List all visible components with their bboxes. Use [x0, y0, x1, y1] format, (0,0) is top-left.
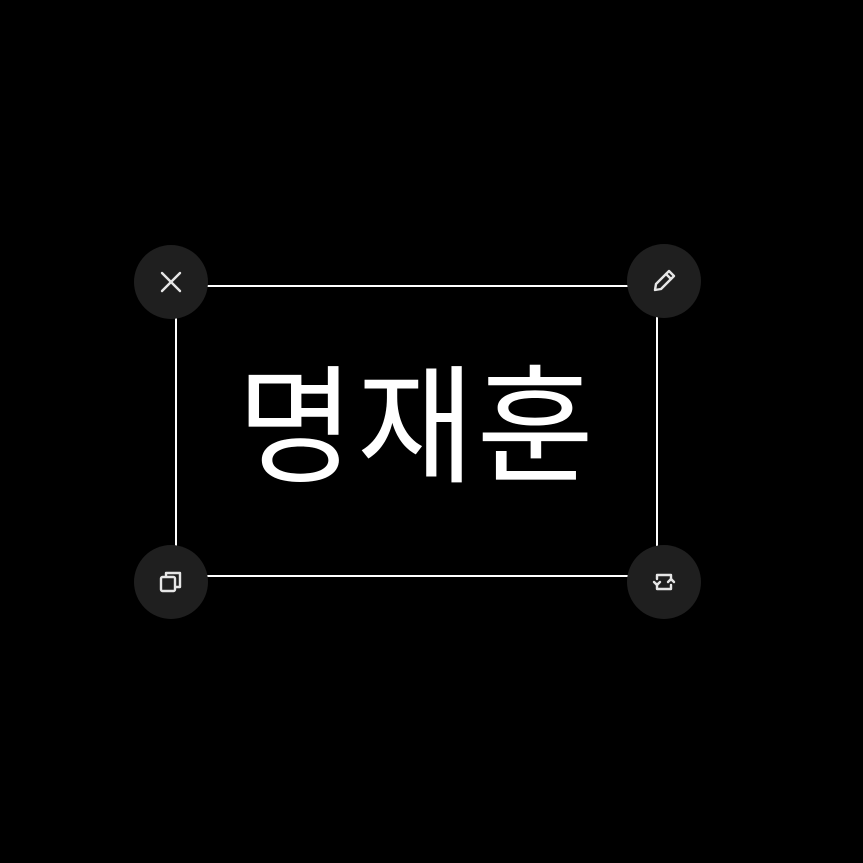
rotate-icon — [649, 567, 679, 597]
editor-canvas: 명재훈 — [0, 0, 863, 863]
text-sticker-frame[interactable]: 명재훈 — [175, 285, 658, 577]
pencil-icon — [649, 266, 679, 296]
duplicate-button[interactable] — [134, 545, 208, 619]
rotate-button[interactable] — [627, 545, 701, 619]
edit-button[interactable] — [627, 244, 701, 318]
copy-icon — [156, 567, 186, 597]
delete-button[interactable] — [134, 245, 208, 319]
close-icon — [156, 267, 186, 297]
sticker-text[interactable]: 명재훈 — [177, 285, 656, 573]
